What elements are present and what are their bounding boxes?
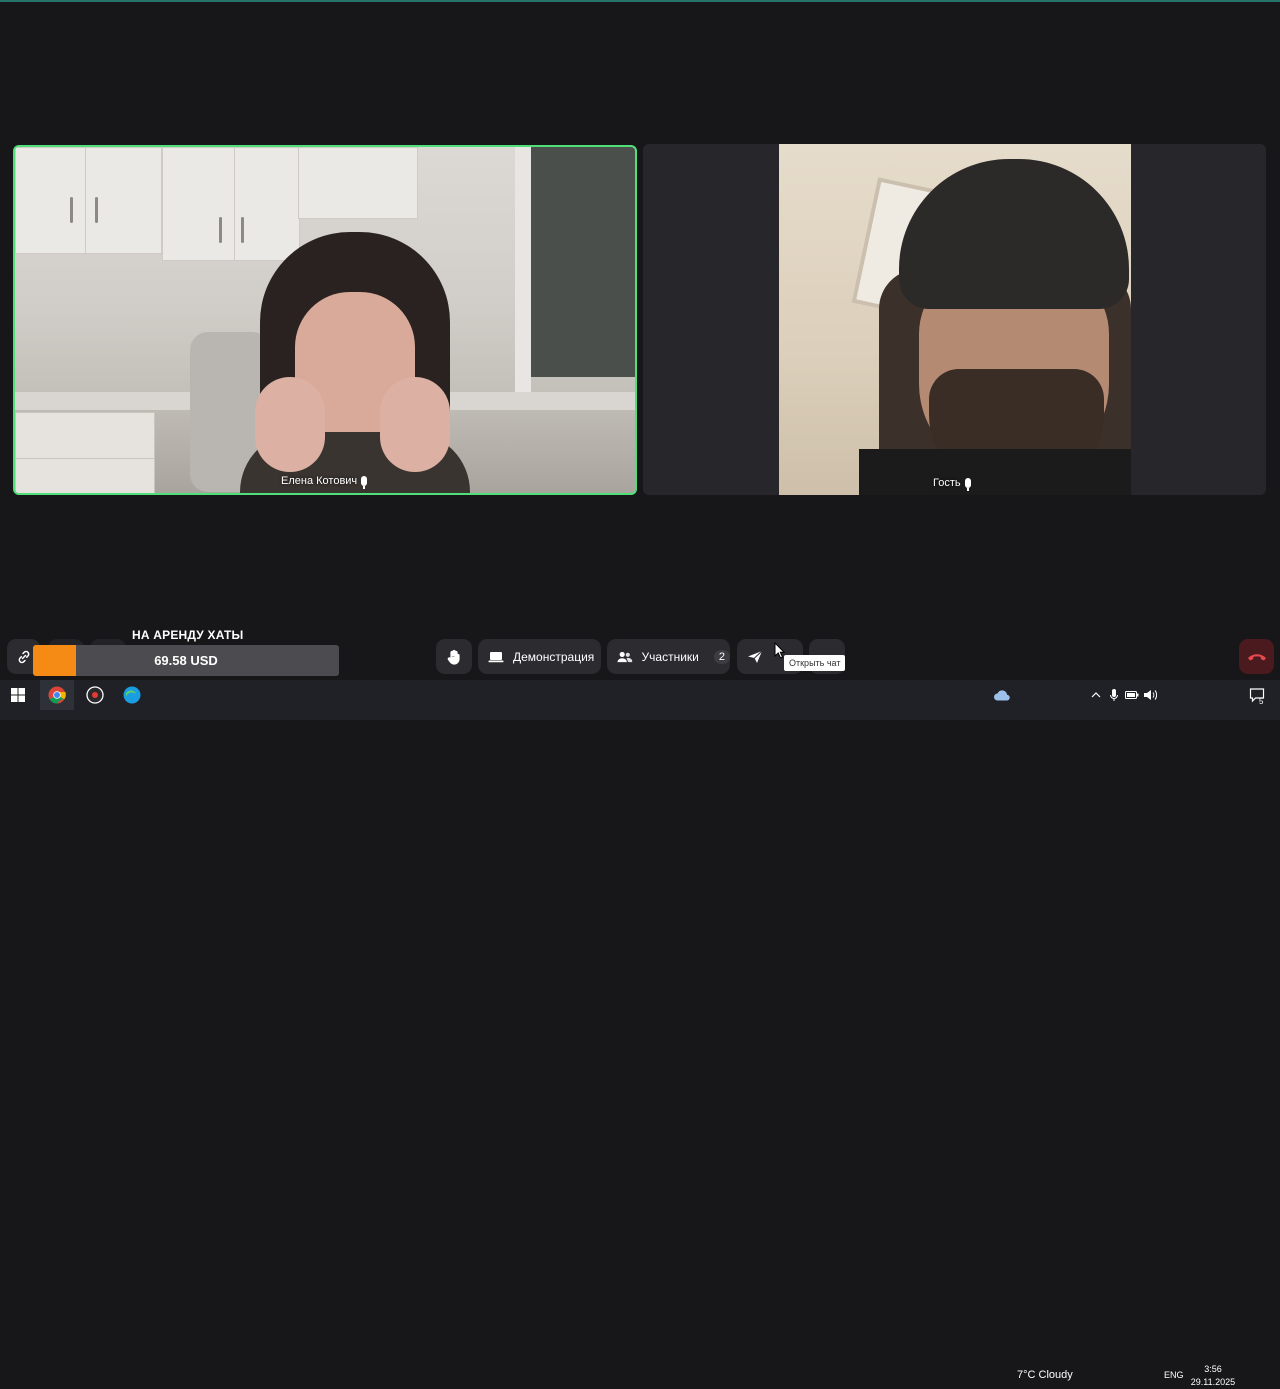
- hand-icon: [447, 649, 460, 665]
- screen-share-label: Демонстрация: [513, 649, 595, 664]
- call-stage: Елена Котович Гость: [0, 0, 1280, 680]
- notification-count: 5: [1259, 697, 1264, 706]
- microphone-tray-icon[interactable]: [1108, 680, 1120, 710]
- cabinet-handle: [95, 197, 98, 223]
- battery-icon[interactable]: [1124, 680, 1140, 710]
- cabinet: [162, 147, 236, 261]
- clock-time: 3:56: [1204, 1364, 1222, 1374]
- window-frame: [515, 147, 635, 407]
- video-feed: [779, 144, 1131, 495]
- windows-taskbar: 7°C Cloudy ENG 3:56 29.11.2025 5: [0, 680, 1280, 1387]
- weather-cloud-icon: [992, 680, 1012, 710]
- participants-button[interactable]: Участники 2: [607, 639, 730, 674]
- screen-share-button[interactable]: Демонстрация: [478, 639, 601, 674]
- screen-share-icon: [488, 651, 504, 662]
- participant-name: Елена Котович: [281, 475, 358, 487]
- clock[interactable]: 3:56 29.11.2025: [1186, 1363, 1240, 1389]
- language-indicator[interactable]: ENG: [1164, 1370, 1184, 1380]
- donation-title: НА АРЕНДУ ХАТЫ: [132, 628, 244, 642]
- phone-hangup-icon: [1247, 653, 1266, 660]
- start-button[interactable]: [5, 680, 31, 710]
- link-icon: [18, 650, 29, 663]
- taskbar-app[interactable]: [78, 680, 112, 710]
- cabinet-handle: [219, 217, 222, 243]
- taskbar-edge[interactable]: [115, 680, 149, 710]
- send-icon: [748, 650, 763, 663]
- edge-icon: [123, 686, 141, 704]
- clock-date: 29.11.2025: [1190, 1377, 1236, 1387]
- participant-tile-guest[interactable]: Гость: [643, 144, 1266, 495]
- hang-up-button[interactable]: [1239, 639, 1274, 674]
- participant-tile-elena[interactable]: Елена Котович: [13, 145, 637, 495]
- donation-amount: 69.58 USD: [154, 653, 218, 668]
- participant-figure: [859, 159, 1131, 495]
- participant-name-tag: Елена Котович: [281, 475, 368, 489]
- participant-name: Гость: [933, 477, 961, 489]
- participants-label: Участники: [641, 649, 699, 664]
- notifications-button[interactable]: 5: [1246, 680, 1268, 710]
- taskbar-chrome[interactable]: [40, 680, 74, 710]
- donation-progress-bar: 69.58 USD: [33, 645, 339, 676]
- video-feed: [15, 147, 635, 493]
- participants-icon: [617, 651, 633, 662]
- cabinet: [298, 147, 418, 219]
- participants-count-badge: 2: [713, 649, 730, 664]
- participant-figure: [240, 232, 470, 493]
- weather-text[interactable]: 7°C Cloudy: [1017, 1369, 1073, 1381]
- microphone-icon: [964, 478, 971, 491]
- cabinet-handle: [70, 197, 73, 223]
- raise-hand-button[interactable]: [436, 639, 472, 674]
- drawer: [15, 412, 155, 459]
- chrome-icon: [48, 686, 66, 704]
- recorder-app-icon: [86, 686, 104, 704]
- drawer: [15, 458, 155, 493]
- top-accent-line: [0, 0, 1280, 2]
- tray-chevron-up-icon[interactable]: [1089, 680, 1103, 710]
- chat-tooltip: Открыть чат: [784, 655, 846, 671]
- microphone-icon: [361, 476, 368, 489]
- volume-icon[interactable]: [1142, 680, 1158, 710]
- participant-name-tag: Гость: [933, 477, 971, 491]
- cabinet: [15, 147, 87, 254]
- windows-icon: [11, 688, 25, 702]
